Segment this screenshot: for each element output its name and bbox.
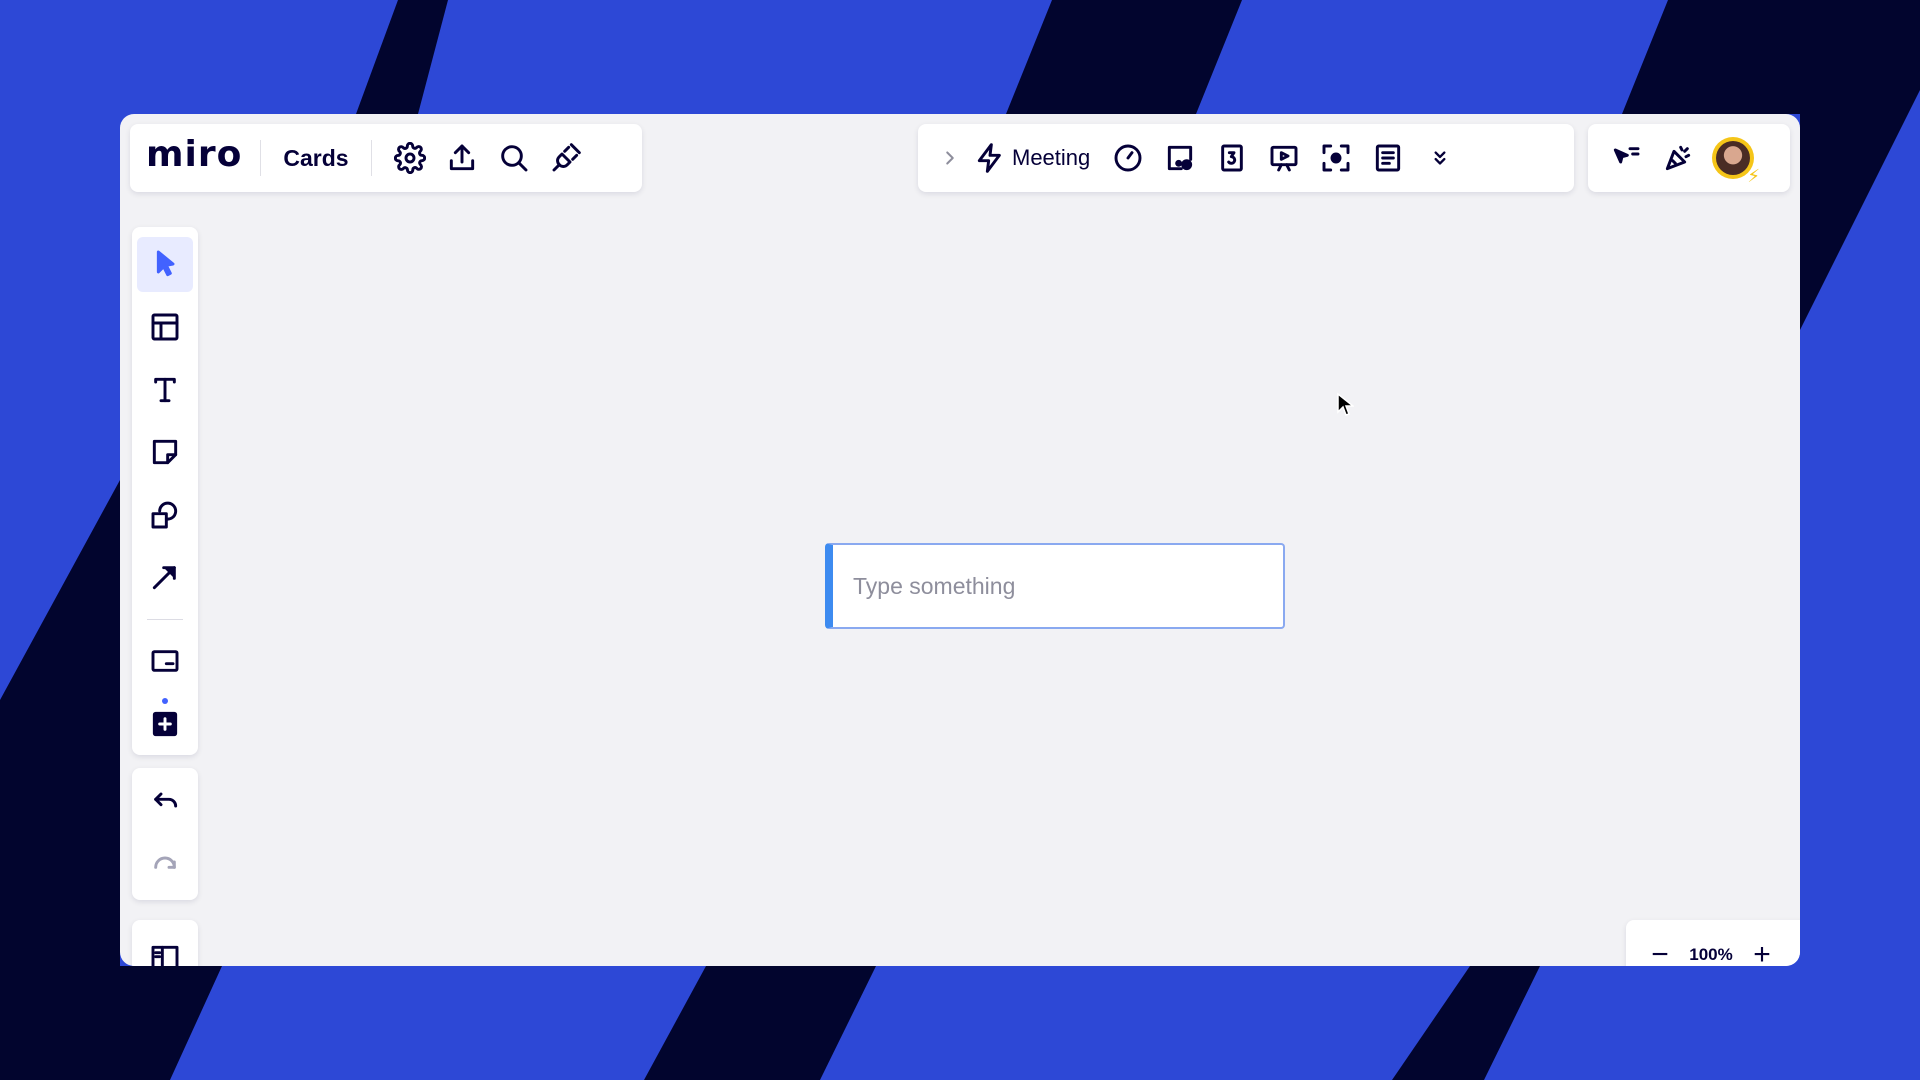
frames-panel-toggle — [132, 920, 198, 966]
collaboration-toolbar: Meeting — [918, 124, 1574, 192]
more-apps-tool[interactable] — [137, 696, 193, 751]
app-window: miro Cards Meeting ⚡ − 100% + Type somet… — [120, 114, 1800, 966]
cursor-visibility-button[interactable] — [1600, 132, 1652, 184]
shapes-icon — [151, 501, 178, 529]
card-tool[interactable] — [137, 634, 193, 689]
text-tool[interactable] — [137, 362, 193, 417]
chevron-right-icon — [946, 151, 954, 165]
search-button[interactable] — [488, 132, 540, 184]
countdown-3-icon — [1221, 144, 1244, 172]
voting-icon — [1168, 145, 1193, 171]
lightning-icon — [977, 143, 1001, 173]
notification-dot — [162, 698, 168, 705]
zoom-out-button[interactable]: − — [1638, 935, 1682, 966]
mouse-cursor-icon — [1337, 392, 1354, 416]
bring-to-me-button[interactable] — [1310, 132, 1362, 184]
redo-icon — [154, 856, 176, 869]
voting-button[interactable] — [1154, 132, 1206, 184]
add-app-icon — [152, 711, 178, 736]
text-card[interactable] — [825, 543, 1285, 629]
export-button[interactable] — [436, 132, 488, 184]
plugin-icon — [552, 143, 581, 172]
search-icon — [500, 145, 528, 172]
select-tool[interactable] — [137, 237, 193, 292]
connection-line-tool[interactable] — [137, 550, 193, 605]
timer-icon — [1114, 144, 1142, 172]
double-chevron-down-icon — [1434, 151, 1446, 165]
templates-icon — [151, 313, 179, 341]
more-tools-button[interactable] — [1414, 132, 1466, 184]
presentation-button[interactable] — [1258, 132, 1310, 184]
miro-logo[interactable]: miro — [146, 137, 242, 173]
presentation-icon — [1270, 145, 1298, 172]
text-icon — [154, 377, 176, 402]
upload-icon — [449, 144, 474, 171]
top-right-toolbar: ⚡ — [1588, 124, 1790, 192]
history-toolbar — [132, 768, 198, 900]
arrow-icon — [152, 566, 176, 590]
avatar[interactable]: ⚡ — [1712, 137, 1760, 185]
reactions-button[interactable] — [1652, 132, 1704, 184]
sidebar-panel-icon — [151, 945, 179, 966]
focus-icon — [1322, 144, 1350, 172]
templates-tool[interactable] — [137, 300, 193, 355]
settings-button[interactable] — [384, 132, 436, 184]
left-toolbar — [132, 227, 198, 755]
divider — [370, 140, 372, 176]
zoom-control: − 100% + — [1626, 920, 1800, 966]
notes-button[interactable] — [1362, 132, 1414, 184]
timer-button[interactable] — [1102, 132, 1154, 184]
meeting-button[interactable]: Meeting — [972, 132, 1096, 184]
select-icon — [156, 250, 175, 277]
avatar-photo — [1716, 141, 1750, 175]
sticky-note-icon — [152, 440, 178, 465]
gear-icon — [393, 142, 426, 174]
apps-button[interactable] — [540, 132, 592, 184]
undo-button[interactable] — [137, 774, 193, 830]
sticky-note-tool[interactable] — [137, 425, 193, 480]
text-card-input[interactable] — [833, 545, 1283, 627]
countdown-button[interactable] — [1206, 132, 1258, 184]
shapes-tool[interactable] — [137, 488, 193, 543]
meeting-label: Meeting — [1012, 145, 1091, 170]
board-name[interactable]: Cards — [261, 145, 370, 172]
undo-icon — [154, 792, 178, 808]
zoom-in-button[interactable]: + — [1740, 935, 1784, 966]
lightning-icon: ⚡ — [1747, 166, 1760, 186]
notes-icon — [1376, 144, 1401, 172]
frames-button[interactable] — [137, 930, 193, 966]
zoom-level[interactable]: 100% — [1682, 945, 1740, 965]
redo-button[interactable] — [137, 838, 193, 894]
top-left-toolbar: miro Cards — [130, 124, 642, 192]
collapse-toolbar-button[interactable] — [928, 132, 972, 184]
card-icon — [151, 650, 179, 672]
cursor-filter-icon — [1613, 147, 1640, 164]
toolbar-divider — [147, 618, 183, 620]
celebrate-icon — [1665, 145, 1691, 171]
